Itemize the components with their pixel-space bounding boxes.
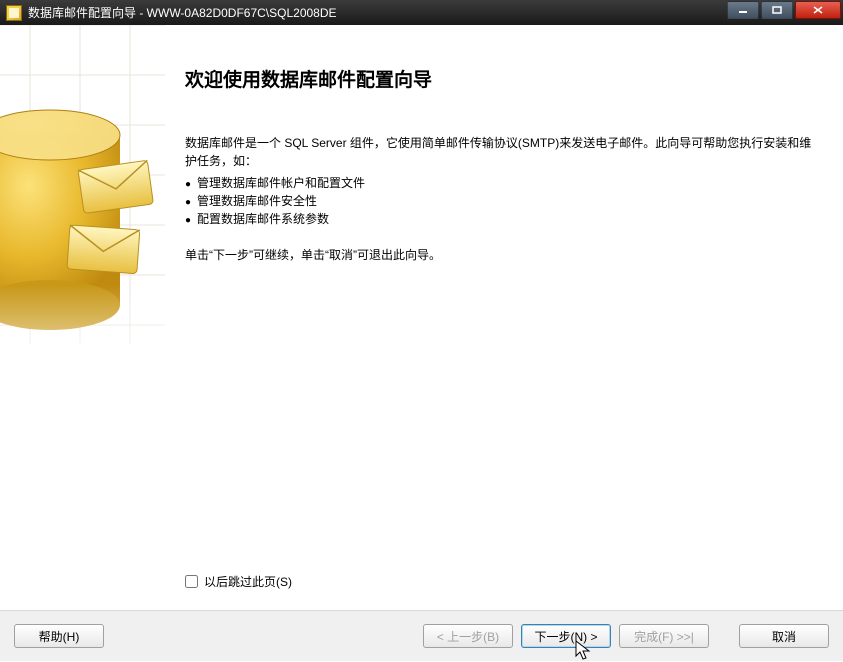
wizard-side-graphic [0,25,165,610]
list-item: 管理数据库邮件安全性 [185,192,823,210]
list-item: 配置数据库邮件系统参数 [185,210,823,228]
back-button: < 上一步(B) [423,624,513,648]
app-icon [6,5,22,21]
help-button[interactable]: 帮助(H) [14,624,104,648]
finish-button: 完成(F) >>| [619,624,709,648]
next-button[interactable]: 下一步(N) > [521,624,611,648]
skip-label[interactable]: 以后跳过此页(S) [204,573,292,590]
minimize-button[interactable] [727,1,759,19]
wizard-intro: 数据库邮件是一个 SQL Server 组件，它使用简单邮件传输协议(SMTP)… [185,134,823,170]
wizard-heading: 欢迎使用数据库邮件配置向导 [185,65,823,92]
close-button[interactable] [795,1,841,19]
cancel-button[interactable]: 取消 [739,624,829,648]
list-item: 管理数据库邮件帐户和配置文件 [185,174,823,192]
maximize-button[interactable] [761,1,793,19]
window-title: 数据库邮件配置向导 - WWW-0A82D0DF67C\SQL2008DE [28,4,337,21]
skip-checkbox[interactable] [185,575,198,588]
wizard-bullet-list: 管理数据库邮件帐户和配置文件 管理数据库邮件安全性 配置数据库邮件系统参数 [185,174,823,228]
wizard-instruction: 单击“下一步”可继续，单击“取消”可退出此向导。 [185,246,823,264]
